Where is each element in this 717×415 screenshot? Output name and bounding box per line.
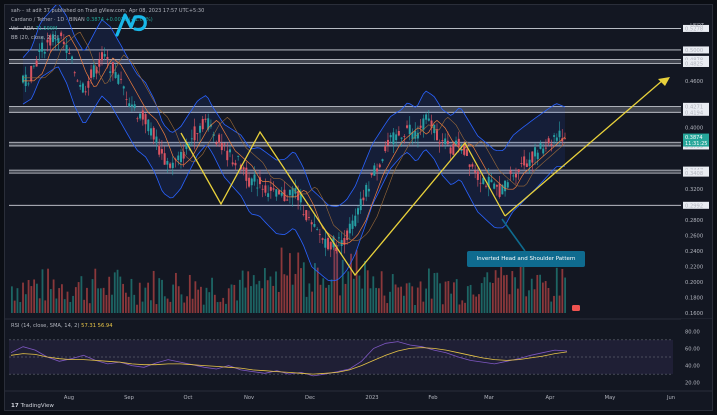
- time-tick-label[interactable]: Feb: [428, 395, 438, 401]
- time-tick-label[interactable]: May: [605, 395, 616, 401]
- time-tick-label[interactable]: Mar: [484, 395, 495, 401]
- publisher-line: sah··· st adit 37 published on Tradi gVi…: [11, 8, 205, 14]
- currency-label: USDT: [690, 23, 704, 29]
- pattern-annotation: Inverted Head and Shoulder Pattern: [467, 251, 585, 267]
- rsi-value-2: 56.94: [97, 323, 113, 329]
- rsi-value-1: 57.31: [81, 323, 97, 329]
- rsi-tick-label: 80.00: [685, 329, 700, 335]
- time-tick-label[interactable]: Aug: [64, 395, 74, 401]
- time-tick-label[interactable]: Dec: [305, 395, 315, 401]
- time-tick-label[interactable]: Apr: [546, 395, 556, 401]
- volume-label: Vol · ADA: [11, 26, 34, 32]
- time-tick-label[interactable]: Oct: [184, 395, 193, 401]
- volume-value: 71.599M: [35, 26, 58, 32]
- tradingview-logo-icon: 17: [11, 403, 19, 409]
- symbol-name[interactable]: Cardano / Tether · 1D · BINAN: [11, 17, 85, 23]
- time-tick-label[interactable]: Sep: [124, 395, 134, 401]
- time-tick-label[interactable]: Nov: [244, 395, 254, 401]
- tradingview-brand[interactable]: 17 TradingView: [11, 403, 54, 409]
- rsi-tick-label: 40.00: [685, 364, 700, 370]
- time-tick-label[interactable]: Jun: [666, 395, 675, 401]
- bb-label: BB (20, close, 2, 0): [11, 35, 59, 41]
- chart-frame: 0.52780.50000.48780.48250.46000.42710.41…: [4, 4, 713, 411]
- time-tick-label[interactable]: 2023: [365, 395, 378, 401]
- volume-indicator[interactable]: Vol · ADA 71.599M: [11, 26, 57, 32]
- rsi-title[interactable]: RSI (14, close, SMA, 14, 2) 57.31 56.94: [11, 323, 113, 329]
- bb-indicator[interactable]: BB (20, close, 2, 0): [11, 35, 59, 41]
- rsi-chart[interactable]: 80.00 60.00 40.00 20.00 Aug Sep Oct Nov Dec 2023 F…: [5, 5, 713, 411]
- publisher-logo-icon: [113, 11, 153, 45]
- rsi-tick-label: 20.00: [685, 381, 700, 387]
- rsi-tick-label: 60.00: [685, 346, 700, 352]
